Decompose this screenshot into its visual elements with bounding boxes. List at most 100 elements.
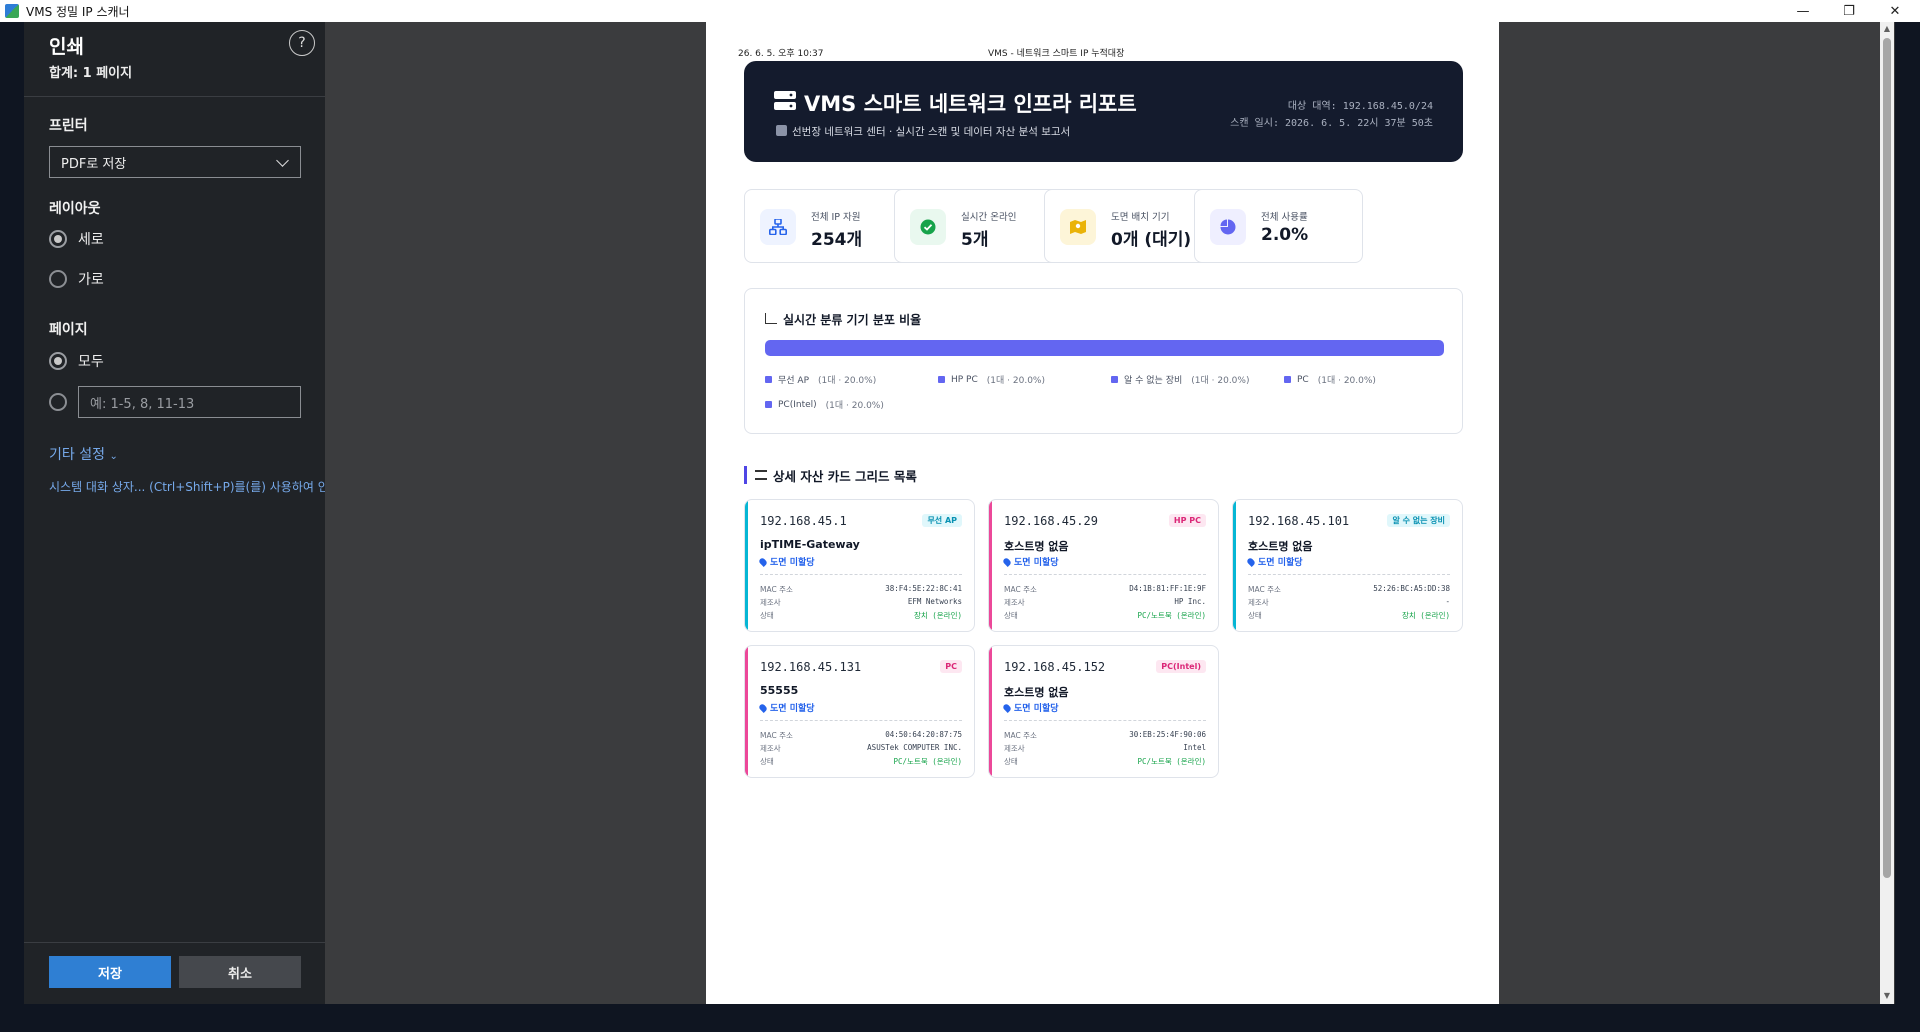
legend-item: PC(Intel) (1대 · 20.0%): [765, 398, 884, 411]
legend-swatch: [1284, 376, 1291, 383]
page-header-datetime: 26. 6. 5. 오후 10:37: [738, 49, 824, 59]
pin-icon: [758, 702, 768, 713]
stat-label: 전체 IP 자원: [811, 212, 861, 223]
cancel-button[interactable]: 취소: [179, 956, 301, 988]
printer-value: PDF로 저장: [61, 156, 127, 172]
printer-label: 프린터: [49, 118, 88, 134]
card-row-status: 상태 PC/노트북 (온라인): [1004, 611, 1206, 620]
print-title: 인쇄: [49, 36, 84, 58]
device-tag: 무선 AP: [922, 514, 962, 527]
radio-unselected[interactable]: [49, 270, 67, 288]
legend-item: HP PC (1대 · 20.0%): [938, 373, 1045, 386]
asset-card: 192.168.45.152 PC(Intel) 호스트명 없음 도면 미할당 …: [988, 645, 1219, 778]
legend-swatch: [765, 401, 772, 408]
scroll-down-icon[interactable]: ▼: [1883, 992, 1891, 1000]
layout-landscape-option[interactable]: 가로: [49, 269, 104, 289]
system-dialog-link[interactable]: 시스템 대화 상자... (Ctrl+Shift+P)를(를) 사용하여 인: [49, 478, 325, 495]
card-row-status: 상태 장치 (온라인): [1248, 611, 1450, 620]
asset-card: 192.168.45.29 HP PC 호스트명 없음 도면 미할당 MAC 주…: [988, 499, 1219, 632]
more-settings-link[interactable]: 기타 설정 ⌄: [49, 444, 118, 464]
card-ip: 192.168.45.152: [1004, 660, 1106, 674]
close-icon[interactable]: ✕: [1872, 0, 1918, 22]
scroll-thumb[interactable]: [1883, 38, 1891, 878]
legend-name: 무선 AP: [778, 376, 810, 386]
stat-card-online: 실시간 온라인 5개: [894, 189, 1063, 263]
layout-landscape-label: 가로: [78, 272, 104, 288]
preview-scrollbar[interactable]: ▲ ▼: [1880, 22, 1894, 1004]
legend-count: (1대 · 20.0%): [818, 376, 877, 386]
distribution-title: 실시간 분류 기기 분포 비율: [783, 313, 922, 327]
location-text: 도면 미할당: [1258, 558, 1303, 568]
legend-name: PC(Intel): [778, 399, 817, 410]
device-tag: HP PC: [1168, 514, 1206, 527]
stat-label: 도면 배치 기기: [1111, 212, 1170, 223]
target-range: 대상 대역: 192.168.45.0/24: [1287, 101, 1433, 112]
card-row-status: 상태 PC/노트북 (온라인): [760, 757, 962, 766]
chevron-down-icon: ⌄: [109, 451, 118, 462]
legend-swatch: [938, 376, 945, 383]
pages-all-option[interactable]: 모두: [49, 351, 104, 371]
pages-range-input[interactable]: 예: 1-5, 8, 11-13: [78, 386, 301, 418]
pin-icon: [1002, 702, 1012, 713]
legend-count: (1대 · 20.0%): [986, 376, 1045, 386]
legend-count: (1대 · 20.0%): [825, 401, 884, 411]
window-titlebar: VMS 정밀 IP 스캐너 — ❐ ✕: [0, 0, 1920, 22]
save-button[interactable]: 저장: [49, 956, 171, 988]
card-divider: [1248, 574, 1450, 575]
card-row-vendor: 제조사 -: [1248, 597, 1450, 607]
card-hostname: 호스트명 없음: [1004, 540, 1069, 553]
scroll-up-icon[interactable]: ▲: [1883, 25, 1891, 33]
page-count: 합계: 1 페이지: [49, 66, 133, 81]
radio-selected[interactable]: [49, 352, 67, 370]
card-row-vendor: 제조사 HP Inc.: [1004, 597, 1206, 607]
card-accent: [989, 646, 992, 777]
stat-card-map-devices: 도면 배치 기기 0개 (대기): [1044, 189, 1213, 263]
location-text: 도면 미할당: [770, 558, 815, 568]
location-text: 도면 미할당: [770, 704, 815, 714]
pin-icon: [758, 556, 768, 567]
card-row-mac: MAC 주소 D4:1B:81:FF:1E:9F: [1004, 584, 1206, 594]
device-tag: PC(Intel): [1156, 660, 1206, 673]
list-check-icon: [755, 470, 767, 480]
legend-swatch: [1111, 376, 1118, 383]
asset-card: 192.168.45.131 PC 55555 도면 미할당 MAC 주소 04:…: [744, 645, 975, 778]
restore-icon[interactable]: ❐: [1826, 0, 1872, 22]
layout-label: 레이아웃: [49, 201, 101, 217]
app-icon: [5, 4, 19, 18]
location-text: 도면 미할당: [1014, 704, 1059, 714]
legend-swatch: [765, 376, 772, 383]
card-ip: 192.168.45.101: [1248, 514, 1350, 528]
building-icon: [776, 125, 787, 136]
pages-range-option[interactable]: [49, 393, 78, 411]
stat-card-total-ip: 전체 IP 자원 254개: [744, 189, 913, 263]
printer-select[interactable]: PDF로 저장: [49, 146, 301, 178]
pie-chart-icon: [1210, 209, 1246, 245]
minimize-icon[interactable]: —: [1780, 0, 1826, 22]
card-row-vendor: 제조사 ASUSTek COMPUTER INC.: [760, 743, 962, 753]
radio-selected[interactable]: [49, 230, 67, 248]
layout-portrait-option[interactable]: 세로: [49, 229, 104, 249]
divider: [24, 96, 325, 97]
location-text: 도면 미할당: [1014, 558, 1059, 568]
card-location: 도면 미할당: [758, 701, 815, 714]
stat-value: 5개: [961, 230, 989, 250]
print-page: 26. 6. 5. 오후 10:37 VMS - 네트워크 스마트 IP 누적대…: [706, 22, 1499, 1004]
help-icon[interactable]: ?: [289, 30, 315, 56]
card-accent: [745, 500, 748, 631]
card-location: 도면 미할당: [1002, 701, 1059, 714]
card-divider: [1004, 574, 1206, 575]
stat-label: 전체 사용률: [1261, 212, 1308, 223]
card-hostname: 호스트명 없음: [1004, 686, 1069, 699]
card-row-mac: MAC 주소 04:50:64:20:87:75: [760, 730, 962, 740]
card-accent: [745, 646, 748, 777]
legend-count: (1대 · 20.0%): [1317, 376, 1376, 386]
card-accent: [1233, 500, 1236, 631]
card-row-mac: MAC 주소 30:EB:25:4F:90:06: [1004, 730, 1206, 740]
card-hostname: 호스트명 없음: [1248, 540, 1313, 553]
legend-item: PC (1대 · 20.0%): [1284, 373, 1376, 386]
stat-value: 254개: [811, 230, 863, 250]
radio-unselected[interactable]: [49, 393, 67, 411]
chevron-down-icon: [276, 154, 289, 167]
print-settings-panel: 인쇄 합계: 1 페이지 ? 프린터 PDF로 저장 레이아웃 세로 가로 페이…: [24, 22, 325, 1004]
distribution-panel: 실시간 분류 기기 분포 비율 무선 AP (1대 · 20.0%) HP PC (…: [744, 288, 1463, 434]
